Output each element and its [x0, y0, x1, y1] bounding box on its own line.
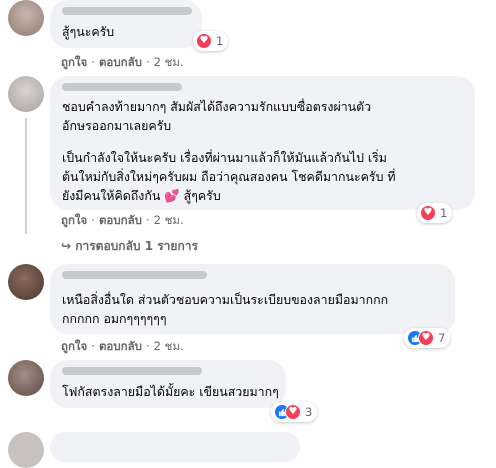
reaction-count: 1	[440, 206, 448, 220]
heart-icon: ♥	[196, 33, 212, 49]
avatar[interactable]	[8, 360, 44, 396]
reaction-count: 3	[305, 405, 313, 419]
comment-bubble: โฟกัสตรงลายมือได้มั้ยคะ เขียนสวยมากๆ	[50, 360, 286, 408]
comment-text: สู้ๆนะครับ	[62, 24, 115, 39]
like-link[interactable]: ถูกใจ	[61, 339, 87, 353]
comment-bubble: ชอบคำลงท้ายมากๆ สัมผัสได้ถึงความรักแบบซื…	[50, 76, 475, 210]
reaction-summary[interactable]: ♥ 1	[417, 203, 453, 223]
avatar[interactable]	[8, 0, 44, 36]
like-link[interactable]: ถูกใจ	[61, 55, 87, 69]
reaction-summary[interactable]: ♥ 7	[404, 328, 451, 348]
comment-text-line: ยังมีคนให้คิดถึงกัน 💕 สู้ๆครับ	[62, 186, 221, 205]
comment-text-line: เป็นกำลังใจให้นะครับ เรื่องที่ผ่านมาแล้ว…	[62, 150, 387, 165]
reply-link[interactable]: ตอบกลับ	[99, 339, 142, 353]
comment-text-line: เหนือสิ่งอื่นใด ส่วนตัวชอบความเป็นระเบีย…	[62, 292, 389, 307]
avatar[interactable]	[8, 76, 44, 112]
comment-text-line: กกกกก อมกๆๆๆๆๆๆ	[62, 311, 167, 326]
commenter-name[interactable]	[62, 83, 182, 91]
hearts-emoji-icon: 💕	[164, 188, 180, 203]
like-link[interactable]: ถูกใจ	[61, 213, 87, 227]
heart-icon: ♥	[285, 404, 301, 420]
comment-actions: ถูกใจ · ตอบกลับ · 2 ชม.	[61, 339, 184, 353]
timestamp[interactable]: 2 ชม.	[154, 55, 184, 69]
commenter-name[interactable]	[62, 7, 192, 15]
comment-text-line: ชอบคำลงท้ายมากๆ สัมผัสได้ถึงความรักแบบซื…	[62, 99, 372, 114]
heart-icon: ♥	[418, 330, 434, 346]
comment-text-segment: ยังมีคนให้คิดถึงกัน	[62, 188, 161, 203]
comment-text-line: อักษรออกมาเลยครับ	[62, 118, 172, 133]
comment-text-line: ต้นใหม่กับสิ่งใหม่ๆครับผม ถือว่าคุณสองคน…	[62, 169, 396, 184]
commenter-name[interactable]	[62, 271, 207, 279]
reaction-count: 7	[438, 331, 446, 345]
reaction-count: 1	[216, 34, 224, 48]
view-replies-link[interactable]: ↪ การตอบกลับ 1 รายการ	[61, 237, 198, 256]
comment-bubble: สู้ๆนะครับ	[50, 0, 202, 48]
avatar[interactable]	[8, 264, 44, 300]
reply-link[interactable]: ตอบกลับ	[99, 55, 142, 69]
thread-line	[25, 118, 27, 234]
timestamp[interactable]: 2 ชม.	[154, 213, 184, 227]
heart-icon: ♥	[420, 205, 436, 221]
reaction-summary[interactable]: ♥ 1	[193, 31, 229, 51]
timestamp[interactable]: 2 ชม.	[154, 339, 184, 353]
reaction-summary[interactable]: ♥ 3	[271, 402, 318, 422]
comment-text-segment: สู้ๆครับ	[183, 188, 221, 203]
commenter-name[interactable]	[62, 367, 202, 375]
comment-actions: ถูกใจ · ตอบกลับ · 2 ชม.	[61, 213, 184, 227]
comment-actions: ถูกใจ · ตอบกลับ · 2 ชม.	[61, 55, 184, 69]
avatar[interactable]	[8, 432, 44, 468]
comment-text: โฟกัสตรงลายมือได้มั้ยคะ เขียนสวยมากๆ	[62, 384, 279, 399]
reply-link[interactable]: ตอบกลับ	[99, 213, 142, 227]
comment-bubble: เหนือสิ่งอื่นใด ส่วนตัวชอบความเป็นระเบีย…	[50, 264, 455, 334]
